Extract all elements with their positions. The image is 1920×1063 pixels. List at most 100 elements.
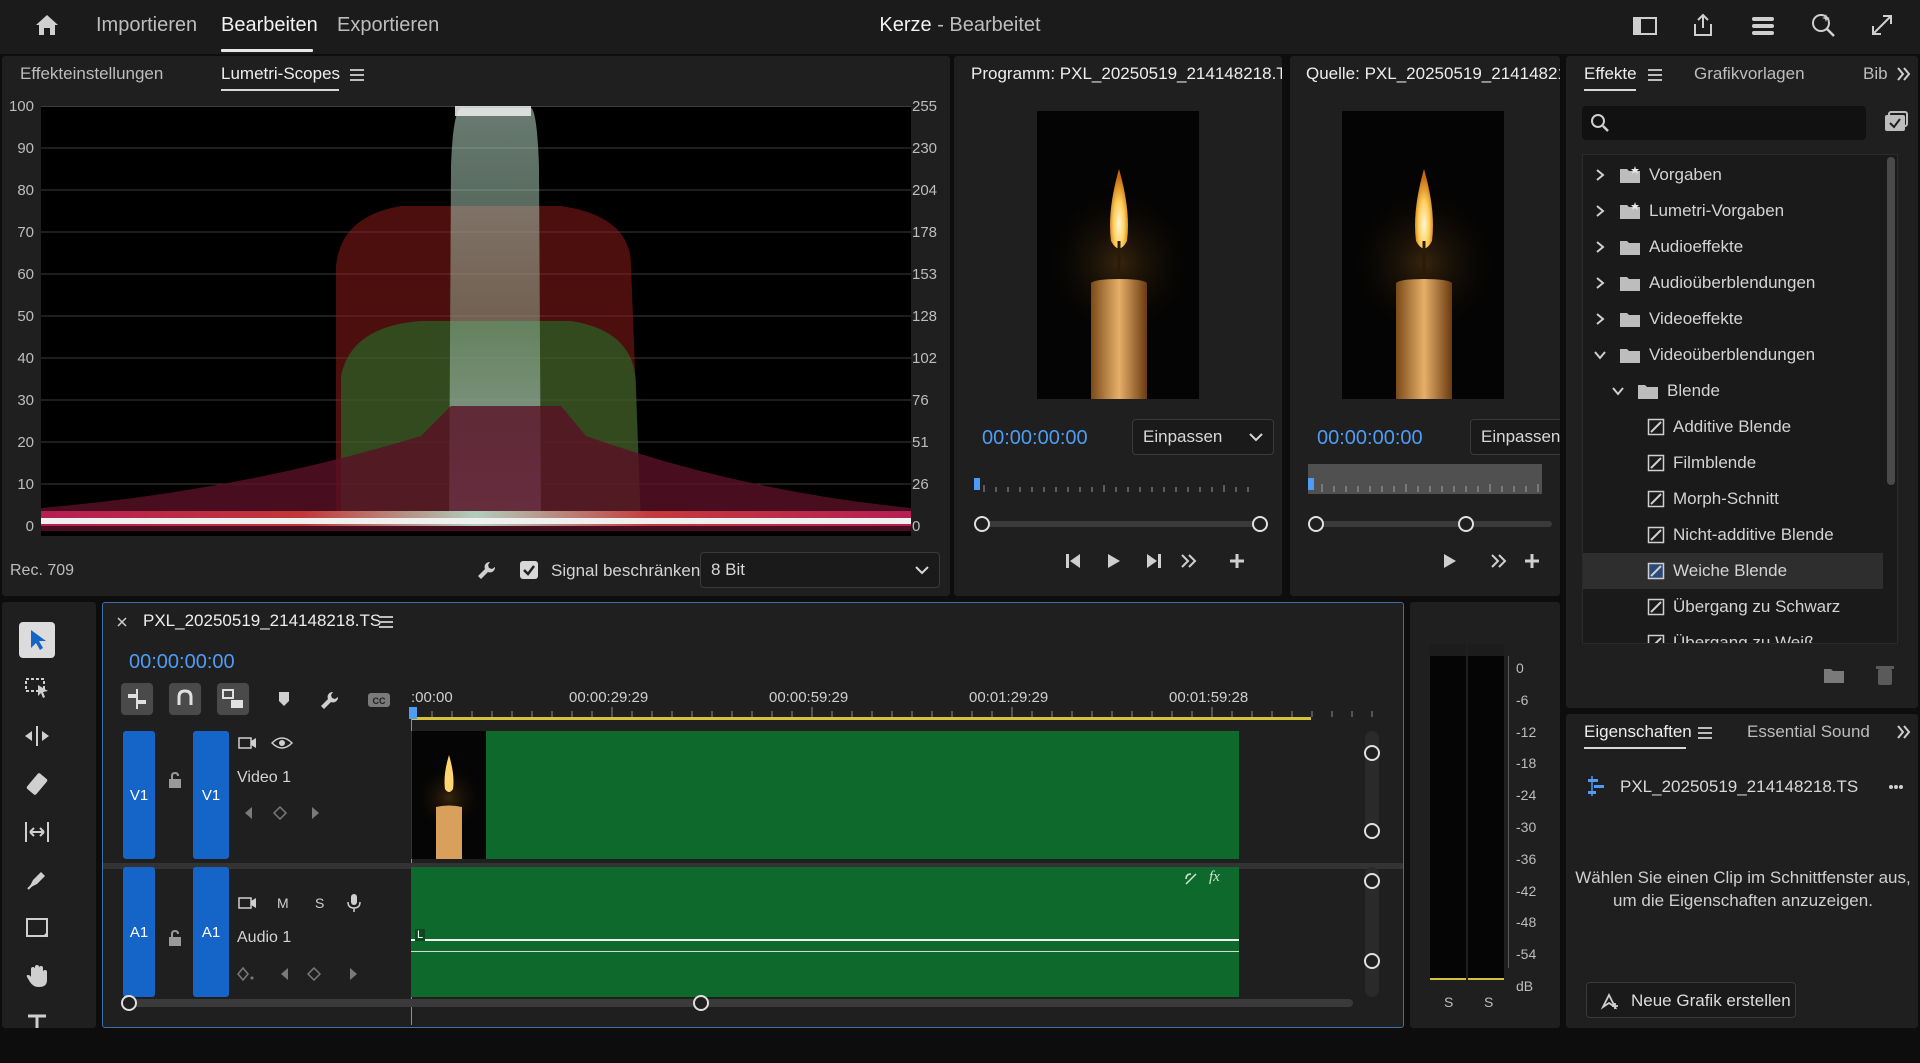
effects-tree-item[interactable]: Videoüberblendungen — [1583, 337, 1883, 373]
effects-tree-item[interactable]: Übergang zu Schwarz — [1583, 589, 1883, 625]
ripple-edit-tool-icon[interactable] — [19, 718, 55, 754]
tab-graphic-templates[interactable]: Grafikvorlagen — [1694, 64, 1805, 84]
effects-tree-item[interactable]: Filmblende — [1583, 445, 1883, 481]
more-controls-icon[interactable] — [1180, 554, 1198, 568]
tab-properties[interactable]: Eigenschaften — [1584, 722, 1692, 742]
next-keyframe-icon[interactable] — [311, 806, 321, 820]
step-forward-icon[interactable] — [1143, 552, 1163, 570]
tab-lumetri-scopes[interactable]: Lumetri-Scopes — [221, 64, 340, 84]
track-target-a1[interactable]: A1 — [193, 867, 229, 997]
prev-keyframe-icon[interactable] — [279, 967, 289, 981]
effects-tree-item[interactable]: Morph-Schnitt — [1583, 481, 1883, 517]
meter-solo-left[interactable]: S — [1444, 994, 1453, 1010]
add-marker-icon[interactable] — [277, 691, 291, 707]
zoom-handle-right[interactable] — [1458, 516, 1474, 532]
selection-tool-icon[interactable] — [19, 622, 55, 658]
play-icon[interactable] — [1440, 552, 1458, 570]
track-target-v1[interactable]: V1 — [193, 731, 229, 859]
sync-lock-icon[interactable] — [237, 895, 257, 911]
effects-tree-item[interactable]: Vorgaben — [1583, 157, 1883, 193]
next-keyframe-icon[interactable] — [349, 967, 359, 981]
clamp-signal-checkbox[interactable] — [520, 561, 538, 579]
track-name-video1[interactable]: Video 1 — [237, 769, 291, 787]
tab-essential-sound[interactable]: Essential Sound — [1747, 722, 1870, 742]
quick-export-icon[interactable] — [1750, 14, 1776, 38]
eye-icon[interactable] — [271, 736, 293, 750]
track-name-audio1[interactable]: Audio 1 — [237, 929, 291, 947]
effects-tree-item[interactable]: Weiche Blende — [1583, 553, 1883, 589]
pen-tool-icon[interactable] — [19, 862, 55, 898]
workspace-icon[interactable] — [1632, 15, 1658, 37]
delete-icon[interactable] — [1876, 664, 1894, 686]
effects-search-input[interactable] — [1616, 110, 1856, 136]
properties-more-icon[interactable] — [1888, 784, 1904, 790]
program-timecode[interactable]: 00:00:00:00 — [982, 427, 1088, 450]
more-controls-icon[interactable] — [1490, 554, 1508, 568]
wrench-icon[interactable] — [476, 559, 498, 581]
zoom-handle-right[interactable] — [1252, 516, 1268, 532]
play-icon[interactable] — [1104, 552, 1122, 570]
hand-tool-icon[interactable] — [19, 958, 55, 994]
step-back-icon[interactable] — [1064, 552, 1084, 570]
add-button-icon[interactable] — [1228, 552, 1246, 570]
new-bin-icon[interactable] — [1823, 666, 1845, 684]
add-keyframe-icon[interactable] — [273, 806, 287, 820]
prev-keyframe-icon[interactable] — [243, 806, 253, 820]
mute-button[interactable]: M — [277, 895, 289, 911]
linked-selection-button[interactable] — [217, 683, 249, 715]
program-fit-dropdown[interactable]: Einpassen — [1132, 419, 1274, 455]
effects-tree-item[interactable]: Nicht-additive Blende — [1583, 517, 1883, 553]
chevron-down-icon[interactable] — [1611, 384, 1625, 398]
tree-scrollbar[interactable] — [1887, 157, 1895, 485]
sequence-tab[interactable]: PXL_20250519_214148218.TS — [143, 611, 381, 631]
lock-icon[interactable] — [167, 929, 183, 947]
type-tool-icon[interactable] — [19, 1006, 55, 1028]
timeline-zoom-bar[interactable] — [121, 995, 1361, 1011]
playhead[interactable] — [409, 707, 417, 719]
effects-tree-item[interactable]: Audioeffekte — [1583, 229, 1883, 265]
effects-tree-item[interactable]: Additive Blende — [1583, 409, 1883, 445]
chevron-right-icon[interactable] — [1593, 240, 1607, 254]
source-time-ruler[interactable] — [1308, 464, 1542, 494]
effects-tree-item[interactable]: Lumetri-Vorgaben — [1583, 193, 1883, 229]
keyframe-type-icon[interactable] — [237, 967, 255, 981]
snap-button[interactable] — [169, 683, 201, 715]
zoom-handle-right[interactable] — [693, 995, 709, 1011]
source-zoom-bar[interactable] — [1308, 516, 1560, 532]
source-patch-v1[interactable]: V1 — [123, 731, 155, 859]
chevron-right-icon[interactable] — [1593, 168, 1607, 182]
chevron-right-icon[interactable] — [1593, 204, 1607, 218]
program-zoom-bar[interactable] — [974, 516, 1268, 532]
effects-search-field[interactable] — [1582, 106, 1866, 140]
zoom-handle-left[interactable] — [1308, 516, 1324, 532]
video-clip[interactable] — [411, 731, 1239, 859]
timeline-timecode[interactable]: 00:00:00:00 — [129, 651, 235, 674]
chevron-right-icon[interactable] — [1593, 276, 1607, 290]
panel-overflow-icon[interactable] — [1896, 66, 1912, 82]
panel-menu-icon[interactable] — [379, 616, 393, 628]
lock-icon[interactable] — [167, 771, 183, 789]
razor-tool-icon[interactable] — [19, 766, 55, 802]
tab-effects[interactable]: Effekte — [1584, 64, 1637, 84]
rectangle-tool-icon[interactable] — [19, 910, 55, 946]
effects-tree-item[interactable]: Blende — [1583, 373, 1883, 409]
panel-overflow-icon[interactable] — [1896, 724, 1912, 740]
panel-menu-icon[interactable] — [350, 69, 364, 81]
slip-tool-icon[interactable] — [19, 814, 55, 850]
source-timecode[interactable]: 00:00:00:00 — [1317, 427, 1423, 450]
captions-icon[interactable]: CC — [367, 692, 391, 708]
sync-lock-icon[interactable] — [237, 735, 257, 751]
search-help-icon[interactable] — [1810, 12, 1836, 38]
tab-effect-controls[interactable]: Effekteinstellungen — [20, 64, 163, 84]
effects-tree-item[interactable]: Übergang zu Weiß — [1583, 625, 1883, 643]
panel-menu-icon[interactable] — [1698, 727, 1712, 739]
microphone-icon[interactable] — [347, 893, 361, 913]
program-monitor-title[interactable]: Programm: PXL_20250519_214148218.TS — [971, 64, 1282, 84]
add-button-icon[interactable] — [1523, 552, 1541, 570]
accelerated-effects-icon[interactable] — [1884, 111, 1908, 133]
source-monitor-title[interactable]: Quelle: PXL_20250519_214148218.TS — [1306, 64, 1560, 84]
chevron-right-icon[interactable] — [1593, 312, 1607, 326]
close-icon[interactable] — [117, 617, 127, 627]
track-select-tool-icon[interactable] — [19, 670, 55, 706]
effects-tree-item[interactable]: Videoeffekte — [1583, 301, 1883, 337]
